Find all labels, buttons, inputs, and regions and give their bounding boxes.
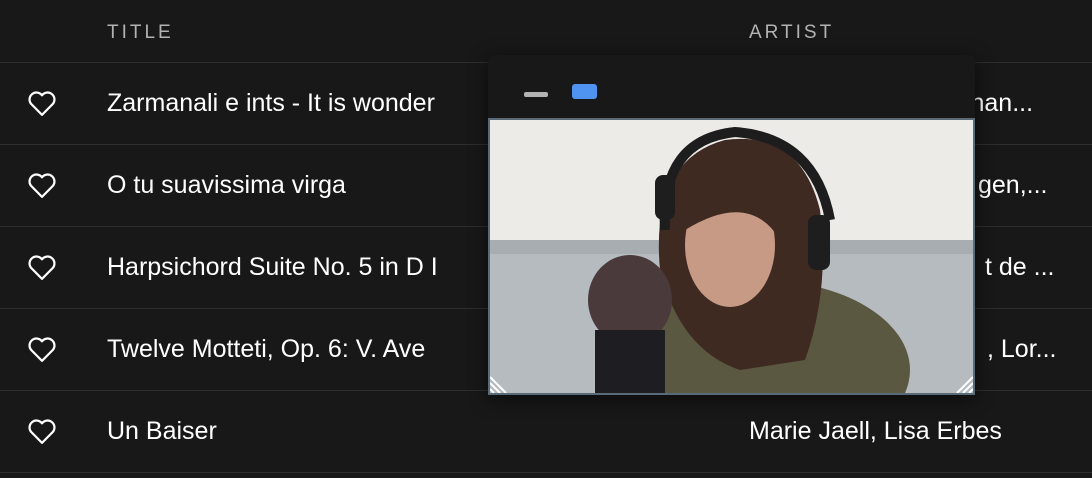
track-artist[interactable]: , Lor... — [987, 335, 1082, 364]
track-artist[interactable]: gen,... — [978, 171, 1078, 200]
camera-overlay-window[interactable] — [488, 55, 975, 395]
title-column-header[interactable]: TITLE — [107, 22, 174, 44]
webcam-video — [488, 118, 975, 395]
heart-icon[interactable] — [27, 335, 57, 363]
heart-icon[interactable] — [27, 253, 57, 281]
track-artist[interactable]: Marie Jaell, Lisa Erbes — [749, 417, 1059, 446]
resize-handle-icon[interactable] — [490, 371, 512, 393]
camera-icon[interactable] — [572, 84, 597, 99]
track-artist[interactable]: t de ... — [985, 253, 1080, 282]
minimize-icon[interactable] — [524, 92, 548, 97]
resize-handle-icon[interactable] — [951, 371, 973, 393]
heart-icon[interactable] — [27, 89, 57, 117]
tracklist-header: TITLE ARTIST — [0, 0, 1092, 63]
artist-column-header[interactable]: ARTIST — [749, 22, 834, 44]
webcam-image — [490, 120, 973, 393]
heart-icon[interactable] — [27, 171, 57, 199]
heart-icon[interactable] — [27, 417, 57, 445]
track-row[interactable]: Un Baiser Marie Jaell, Lisa Erbes — [0, 391, 1092, 473]
track-title[interactable]: Un Baiser — [107, 417, 707, 446]
